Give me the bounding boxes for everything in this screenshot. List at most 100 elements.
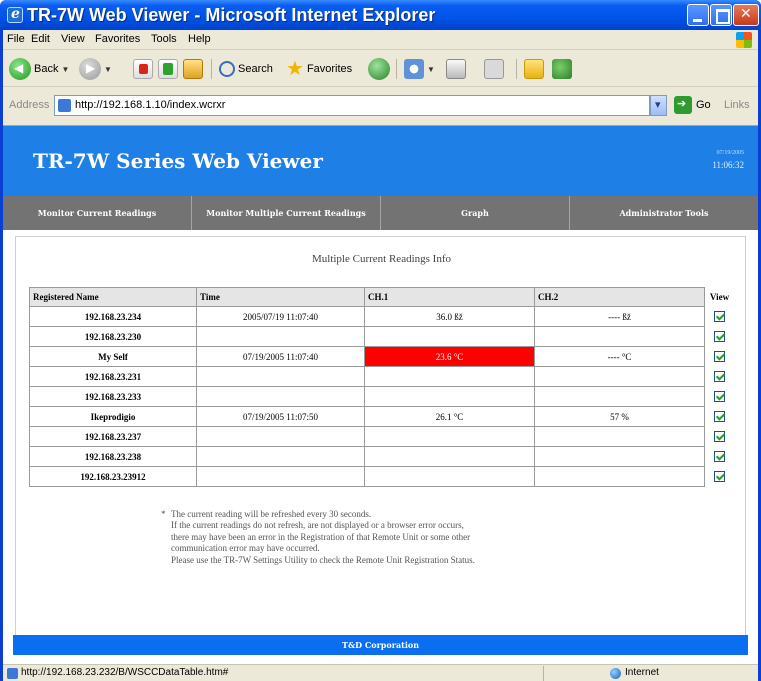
view-cell (705, 407, 735, 427)
table-row: Ikeprodigio 07/19/2005 11:07:50 26.1 °C 57 … (29, 406, 735, 427)
ch1-cell: 26.1 °C (364, 406, 535, 427)
ch2-cell: 57 % (534, 406, 705, 427)
table-row: 192.168.23.234 2005/07/19 11:07:40 36.0 ßž… (29, 306, 735, 327)
internet-zone-icon (610, 668, 621, 679)
search-button[interactable]: Search (219, 56, 273, 82)
address-label: Address (9, 99, 50, 111)
refresh-icon (158, 59, 178, 79)
address-dropdown-button[interactable] (650, 95, 667, 116)
page-viewport: TR-7W Series Web Viewer 07/19/2005 11:06… (3, 125, 758, 664)
ch2-cell (534, 426, 705, 447)
back-button[interactable]: Back ▼ (9, 56, 69, 82)
refresh-button[interactable] (158, 56, 178, 82)
column-header-ch2: CH.2 (534, 287, 705, 307)
edit-page-icon (484, 59, 504, 79)
ch2-cell: ---- °C (534, 346, 705, 367)
site-header: TR-7W Series Web Viewer 07/19/2005 11:06… (3, 126, 758, 196)
site-footer: T&D Corporation (13, 635, 748, 655)
time-cell (196, 426, 365, 447)
registered-name-cell: 192.168.23.23912 (29, 466, 197, 487)
security-zone: Internet (625, 667, 659, 678)
minimize-button[interactable] (687, 4, 709, 26)
standard-toolbar: Back ▼ ▼ Search ★ Favori (3, 51, 758, 87)
table-row: My Self 07/19/2005 11:07:40 23.6 °C ---- °C (29, 346, 735, 367)
stop-button[interactable] (133, 56, 153, 82)
header-time: 11:06:32 (712, 160, 744, 170)
maximize-button[interactable] (710, 4, 732, 26)
view-checkbox[interactable] (714, 411, 725, 423)
address-input[interactable]: http://192.168.1.10/index.wcrxr (54, 95, 650, 116)
tab-administrator-tools[interactable]: Administrator Tools (570, 196, 758, 230)
menu-tools[interactable]: Tools (151, 33, 177, 45)
registered-name-cell: 192.168.23.231 (29, 366, 197, 387)
go-arrow-icon (674, 96, 692, 114)
view-cell (705, 447, 735, 467)
status-text: http://192.168.23.232/B/WSCCDataTable.ht… (21, 667, 229, 678)
ch1-cell (364, 466, 535, 487)
view-checkbox[interactable] (714, 471, 726, 483)
ch2-cell (534, 386, 705, 407)
view-checkbox[interactable] (714, 331, 725, 343)
favorites-label: Favorites (306, 63, 353, 75)
page-icon (7, 668, 18, 679)
mail-button[interactable]: ▼ (404, 56, 435, 82)
time-cell (196, 326, 365, 347)
folder-button[interactable] (524, 56, 544, 82)
time-cell: 07/19/2005 11:07:40 (196, 346, 365, 367)
messenger-button[interactable] (552, 56, 572, 82)
internet-explorer-icon (7, 6, 23, 23)
view-cell (705, 387, 735, 407)
menu-view[interactable]: View (61, 33, 85, 45)
ch2-cell (534, 326, 705, 347)
stop-icon (133, 59, 153, 79)
home-button[interactable] (183, 56, 203, 82)
menu-file[interactable]: File (7, 33, 25, 45)
menu-edit[interactable]: Edit (31, 33, 50, 45)
status-separator (543, 666, 544, 681)
view-checkbox[interactable] (714, 431, 725, 443)
ch1-cell (364, 386, 535, 407)
table-row: 192.168.23.230 (29, 326, 735, 347)
folder-icon (524, 59, 544, 79)
tab-monitor-current-readings[interactable]: Monitor Current Readings (3, 196, 192, 230)
registered-name-cell: 192.168.23.234 (29, 306, 197, 327)
ch2-cell (534, 366, 705, 387)
title-bar[interactable]: TR-7W Web Viewer - Microsoft Internet Ex… (0, 0, 761, 30)
content-panel: Multiple Current Readings Info Registere… (15, 236, 746, 636)
go-label: Go (696, 99, 711, 111)
menu-favorites[interactable]: Favorites (95, 33, 140, 45)
ch2-cell (534, 446, 705, 467)
registered-name-cell: 192.168.23.238 (29, 446, 197, 467)
ch1-cell (364, 426, 535, 447)
time-cell (196, 366, 365, 387)
view-cell (705, 367, 735, 387)
ch2-cell (534, 466, 705, 487)
forward-button[interactable]: ▼ (79, 56, 112, 82)
view-checkbox[interactable] (714, 371, 725, 383)
registered-name-cell: My Self (29, 346, 197, 367)
print-button[interactable] (446, 56, 466, 82)
tab-monitor-multiple-current-readings[interactable]: Monitor Multiple Current Readings (192, 196, 381, 230)
note-line: communication error may have occurred. (171, 543, 320, 554)
view-checkbox[interactable] (714, 351, 725, 363)
view-checkbox[interactable] (714, 311, 725, 323)
edit-button[interactable] (484, 56, 504, 82)
history-button[interactable] (368, 56, 390, 82)
time-cell: 2005/07/19 11:07:40 (196, 306, 365, 327)
close-button[interactable] (733, 4, 759, 26)
search-icon (219, 61, 235, 77)
go-button[interactable]: Go (674, 96, 711, 114)
view-cell (705, 307, 735, 327)
view-checkbox[interactable] (714, 451, 725, 463)
back-label: Back (34, 63, 59, 75)
registered-name-cell: 192.168.23.233 (29, 386, 197, 407)
menu-help[interactable]: Help (188, 33, 211, 45)
section-title: Multiple Current Readings Info (311, 253, 451, 265)
view-checkbox[interactable] (714, 391, 725, 403)
windows-logo-icon (736, 32, 752, 48)
tab-graph[interactable]: Graph (381, 196, 570, 230)
favorites-button[interactable]: ★ Favorites (286, 56, 352, 82)
registered-name-cell: 192.168.23.230 (29, 326, 197, 347)
column-header-time: Time (196, 287, 365, 307)
links-button[interactable]: Links (724, 99, 750, 111)
